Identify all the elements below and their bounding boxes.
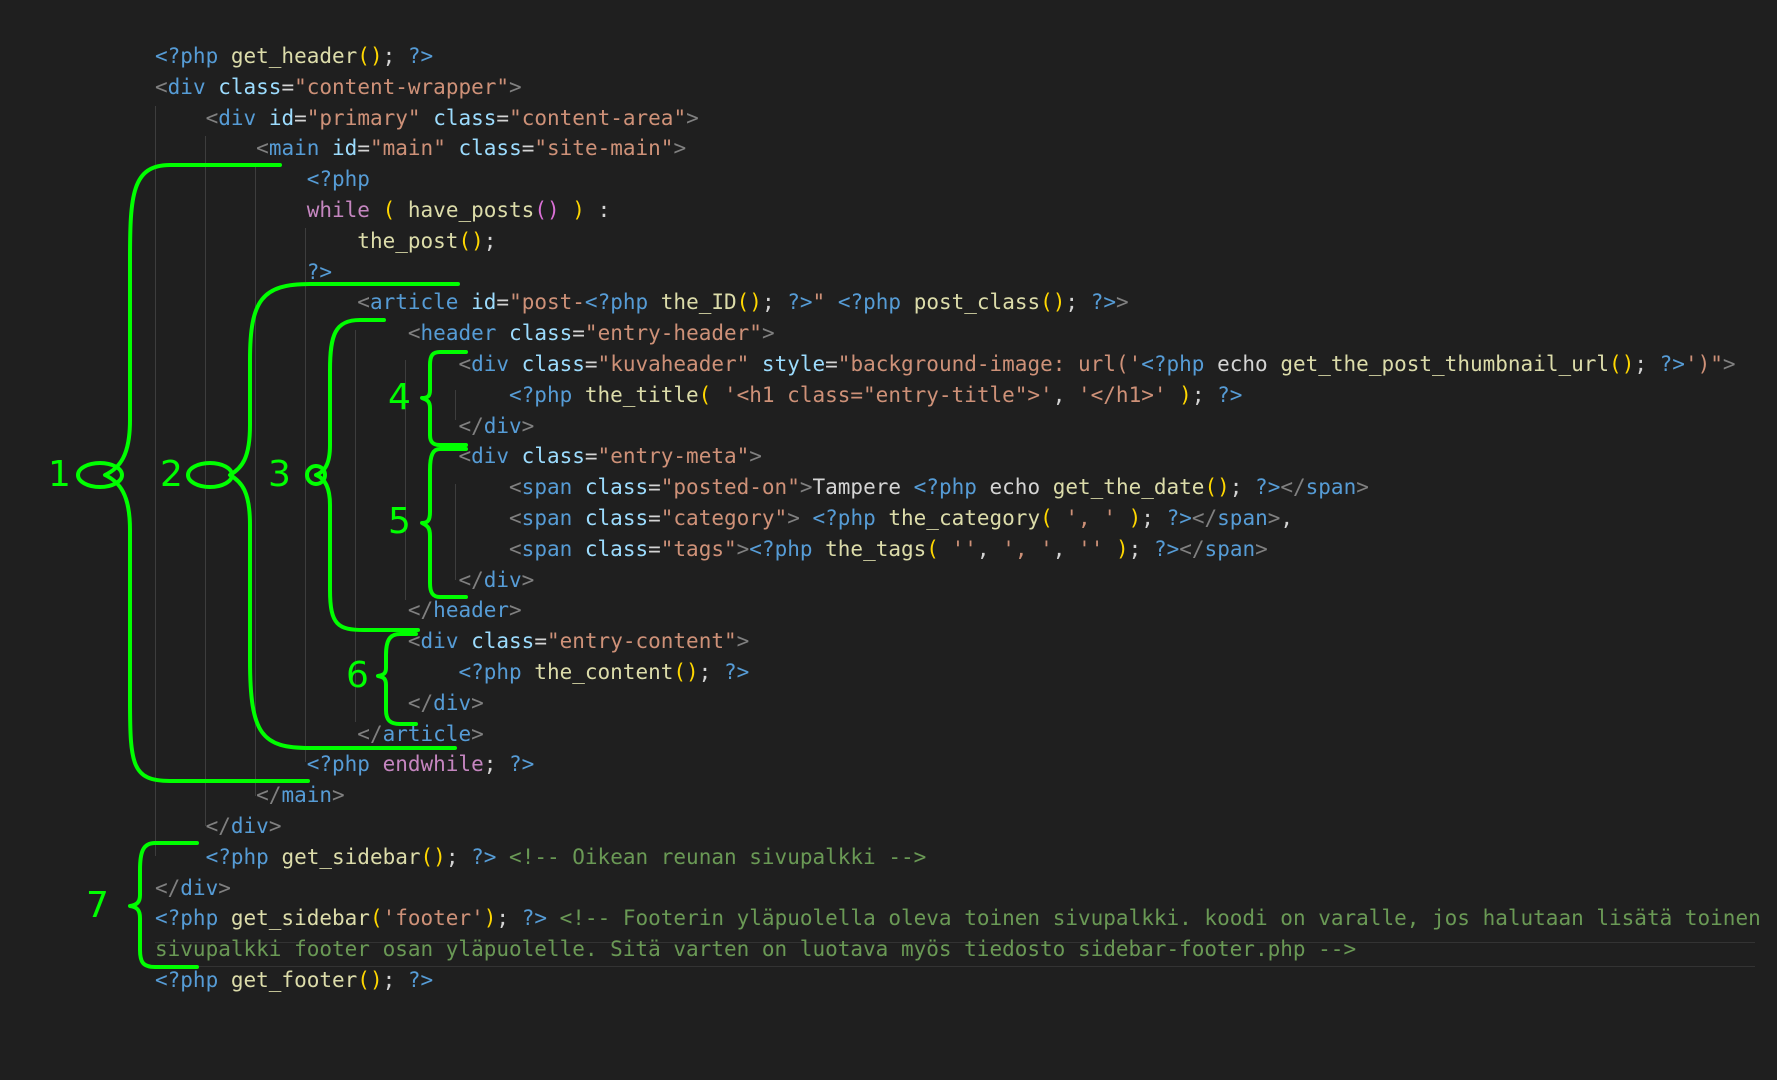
code-screenshot: <?php get_header(); ?> <div class="conten… xyxy=(0,0,1777,1080)
brace-label-2: 2 xyxy=(160,454,183,495)
brace-2-loop xyxy=(186,461,234,489)
bracket-annotations xyxy=(76,163,468,969)
brace-3 xyxy=(314,318,420,632)
brace-label-7: 7 xyxy=(86,885,109,926)
brace-label-4: 4 xyxy=(388,377,411,418)
brace-6 xyxy=(376,632,418,726)
brace-label-3: 3 xyxy=(268,454,291,495)
brace-label-6: 6 xyxy=(346,655,369,696)
brace-label-5: 5 xyxy=(388,501,411,542)
brace-5 xyxy=(420,447,468,599)
brace-7 xyxy=(128,841,199,969)
brace-2 xyxy=(228,282,460,750)
brace-4 xyxy=(420,350,468,447)
brace-1-loop xyxy=(76,461,124,489)
brace-label-1: 1 xyxy=(48,454,71,495)
code-editor[interactable]: <?php get_header(); ?> <div class="conten… xyxy=(0,0,1777,1080)
